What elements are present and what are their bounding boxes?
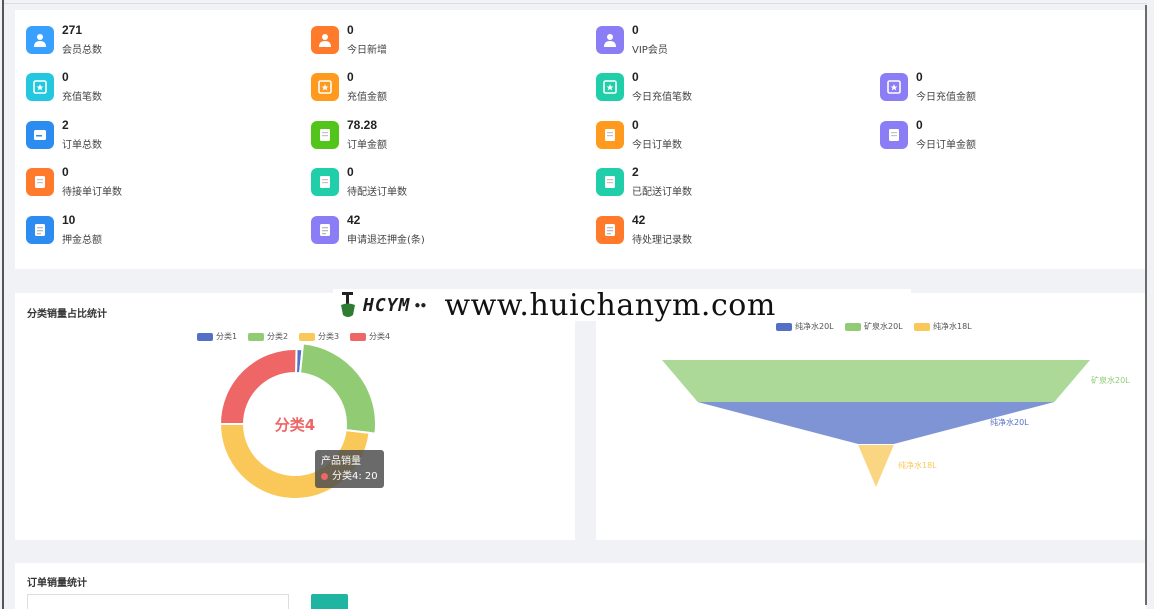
stat-value: 0 bbox=[347, 70, 354, 84]
stat-label: 充值笔数 bbox=[62, 92, 102, 103]
date-range-input[interactable] bbox=[27, 594, 289, 609]
stat-value: 2 bbox=[62, 118, 69, 132]
stat-value: 271 bbox=[62, 23, 83, 37]
stats-panel: 271 会员总数 0 今日新增 0 VIP会员 0 充值笔数 0 充值金额 0 今日充值笔数 0 今日充值… bbox=[15, 10, 1146, 269]
stat-value: 0 bbox=[916, 70, 923, 84]
wallet-icon bbox=[880, 73, 908, 101]
watermark-logo: HCYM bbox=[363, 294, 411, 316]
stat-card: 42 待处理记录数 bbox=[596, 213, 856, 253]
stat-card: 2 订单总数 bbox=[26, 118, 286, 158]
chart-tooltip: 产品销量 分类4: 20 bbox=[315, 450, 384, 488]
stat-card: 0 今日新增 bbox=[311, 23, 571, 63]
funnel-segment[interactable] bbox=[858, 445, 894, 487]
stat-label: 订单金额 bbox=[347, 140, 387, 151]
category-sales-panel: 分类销量占比统计 分类1 分类2 分类3 分类4 分类4 产品销量 分类4: 20 bbox=[15, 293, 575, 540]
document-icon bbox=[311, 121, 339, 149]
funnel-label: 纯净水18L bbox=[898, 460, 937, 470]
wallet-icon bbox=[311, 73, 339, 101]
product-funnel-panel: 纯净水20L 矿泉水20L 纯净水18L 矿泉水20L 纯净水20L 纯净水18L bbox=[596, 293, 1146, 540]
stat-card: 0 充值笔数 bbox=[26, 70, 286, 110]
tooltip-marker bbox=[321, 472, 328, 480]
stat-card: 271 会员总数 bbox=[26, 23, 286, 63]
stat-value: 0 bbox=[916, 118, 923, 132]
stat-value: 42 bbox=[632, 213, 646, 227]
stat-card: 0 今日订单数 bbox=[596, 118, 856, 158]
document-icon bbox=[596, 121, 624, 149]
funnel-chart[interactable]: 矿泉水20L 纯净水20L 纯净水18L bbox=[596, 293, 1146, 540]
user-icon bbox=[596, 26, 624, 54]
wallet-icon bbox=[26, 73, 54, 101]
document-icon bbox=[596, 168, 624, 196]
stat-value: 2 bbox=[632, 165, 639, 179]
panel-title: 订单销量统计 bbox=[27, 578, 87, 589]
card-icon bbox=[26, 121, 54, 149]
stat-card: 10 押金总额 bbox=[26, 213, 286, 253]
funnel-label: 矿泉水20L bbox=[1091, 375, 1130, 385]
stat-card: 2 已配送订单数 bbox=[596, 165, 856, 205]
stat-value: 0 bbox=[62, 70, 69, 84]
logo-dots-icon: ●● bbox=[414, 299, 427, 311]
stat-value: 0 bbox=[347, 165, 354, 179]
stat-label: 已配送订单数 bbox=[632, 187, 692, 198]
pie-center-label: 分类4 bbox=[275, 416, 315, 434]
stat-card: 0 VIP会员 bbox=[596, 23, 856, 63]
stat-card: 0 充值金额 bbox=[311, 70, 571, 110]
watermark-banner: HCYM ●● www.huichanym.com bbox=[333, 287, 911, 323]
document-icon bbox=[26, 168, 54, 196]
list-icon bbox=[26, 216, 54, 244]
user-icon bbox=[311, 26, 339, 54]
shovel-logo-icon bbox=[341, 292, 355, 317]
tooltip-title: 产品销量 bbox=[321, 456, 361, 467]
stat-label: 今日充值金额 bbox=[916, 92, 976, 103]
stat-value: 0 bbox=[632, 70, 639, 84]
funnel-label: 纯净水20L bbox=[990, 417, 1029, 427]
stat-label: 今日新增 bbox=[347, 45, 387, 56]
pie-chart[interactable]: 分类4 bbox=[15, 293, 575, 540]
tooltip-value: 分类4: 20 bbox=[332, 471, 378, 482]
stat-label: 充值金额 bbox=[347, 92, 387, 103]
wallet-icon bbox=[596, 73, 624, 101]
stat-value: 10 bbox=[62, 213, 76, 227]
funnel-segment[interactable] bbox=[662, 360, 1090, 402]
list-icon bbox=[311, 216, 339, 244]
watermark-url: www.huichanym.com bbox=[444, 287, 776, 323]
stat-card: 0 今日订单金额 bbox=[880, 118, 1140, 158]
stat-card: 0 待接单订单数 bbox=[26, 165, 286, 205]
window-left-border bbox=[2, 0, 4, 609]
user-icon bbox=[26, 26, 54, 54]
stat-value: 0 bbox=[347, 23, 354, 37]
stat-card: 78.28 订单金额 bbox=[311, 118, 571, 158]
stat-value: 0 bbox=[632, 118, 639, 132]
stat-value: 78.28 bbox=[347, 118, 378, 132]
stat-value: 0 bbox=[62, 165, 69, 179]
stat-label: 押金总额 bbox=[62, 235, 102, 246]
stat-label: VIP会员 bbox=[632, 45, 668, 56]
stat-label: 申请退还押金(条) bbox=[347, 235, 425, 246]
list-icon bbox=[596, 216, 624, 244]
stat-card: 0 今日充值笔数 bbox=[596, 70, 856, 110]
window-right-border bbox=[1145, 5, 1147, 605]
stat-label: 订单总数 bbox=[62, 140, 102, 151]
document-icon bbox=[311, 168, 339, 196]
stat-label: 会员总数 bbox=[62, 45, 102, 56]
query-button[interactable] bbox=[311, 594, 348, 609]
stat-label: 今日订单金额 bbox=[916, 140, 976, 151]
stat-label: 待接单订单数 bbox=[62, 187, 122, 198]
document-icon bbox=[880, 121, 908, 149]
window-top-border bbox=[4, 3, 1147, 4]
stat-card: 0 待配送订单数 bbox=[311, 165, 571, 205]
stat-value: 0 bbox=[632, 23, 639, 37]
stat-label: 待配送订单数 bbox=[347, 187, 407, 198]
stat-label: 待处理记录数 bbox=[632, 235, 692, 246]
stat-label: 今日充值笔数 bbox=[632, 92, 692, 103]
stat-card: 42 申请退还押金(条) bbox=[311, 213, 571, 253]
pie-slice[interactable] bbox=[218, 348, 298, 425]
stat-label: 今日订单数 bbox=[632, 140, 682, 151]
stat-card: 0 今日充值金额 bbox=[880, 70, 1140, 110]
stat-value: 42 bbox=[347, 213, 361, 227]
